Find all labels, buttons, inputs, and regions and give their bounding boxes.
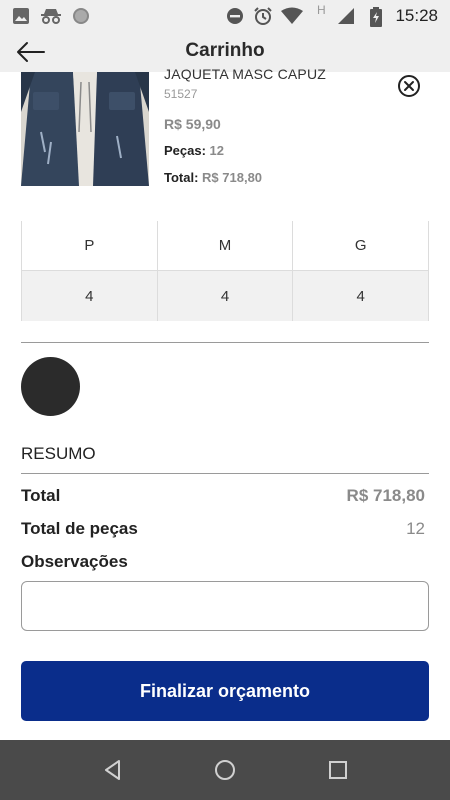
- summary-title: RESUMO: [21, 444, 96, 463]
- remove-item-icon[interactable]: [397, 74, 421, 98]
- nav-recents-icon[interactable]: [326, 758, 350, 782]
- summary-pieces-label: Total de peças: [21, 519, 138, 538]
- navigation-bar: [0, 740, 450, 800]
- nav-back-icon[interactable]: [101, 758, 125, 782]
- summary-total-label: Total: [21, 486, 61, 505]
- color-swatch: [21, 357, 80, 416]
- product-total: Total: R$ 718,80: [164, 170, 262, 185]
- product-name: JAQUETA MASC CAPUZ: [164, 66, 327, 82]
- incognito-icon: [41, 9, 61, 24]
- size-grid: P M G 4 4 4: [21, 221, 429, 321]
- product-code: 51527: [164, 87, 198, 101]
- nav-home-icon[interactable]: [213, 758, 237, 782]
- size-quantity[interactable]: 4: [157, 271, 294, 321]
- signal-icon: [338, 8, 354, 24]
- product-price: R$ 59,90: [164, 116, 221, 132]
- h-network-icon: H: [317, 3, 326, 17]
- size-quantity[interactable]: 4: [22, 271, 158, 321]
- finish-quote-button[interactable]: Finalizar orçamento: [21, 661, 429, 721]
- image-icon: [13, 8, 29, 24]
- size-quantity[interactable]: 4: [293, 271, 429, 321]
- notes-input[interactable]: [21, 581, 429, 631]
- size-header: G: [293, 221, 429, 271]
- alarm-icon: [254, 7, 272, 25]
- product-image: [21, 72, 149, 186]
- product-total-label: Total:: [164, 170, 199, 185]
- pieces-label: Peças:: [164, 143, 206, 158]
- circle-icon: [73, 8, 89, 24]
- summary-total-value: R$ 718,80: [346, 486, 425, 505]
- battery-icon: [370, 7, 382, 27]
- product-total-value: R$ 718,80: [202, 170, 263, 185]
- summary-pieces-value: 12: [406, 519, 425, 538]
- status-time: 15:28: [395, 6, 438, 25]
- status-bar: H 15:28: [0, 0, 450, 32]
- product-pieces: Peças: 12: [164, 143, 224, 158]
- page-title: Carrinho: [185, 40, 265, 61]
- pieces-value: 12: [209, 143, 225, 158]
- divider: [21, 473, 429, 474]
- size-header: M: [157, 221, 294, 271]
- wifi-icon: [281, 7, 303, 24]
- divider: [21, 342, 429, 343]
- size-header: P: [22, 221, 158, 271]
- do-not-disturb-icon: [227, 8, 243, 24]
- notes-label: Observações: [21, 552, 128, 571]
